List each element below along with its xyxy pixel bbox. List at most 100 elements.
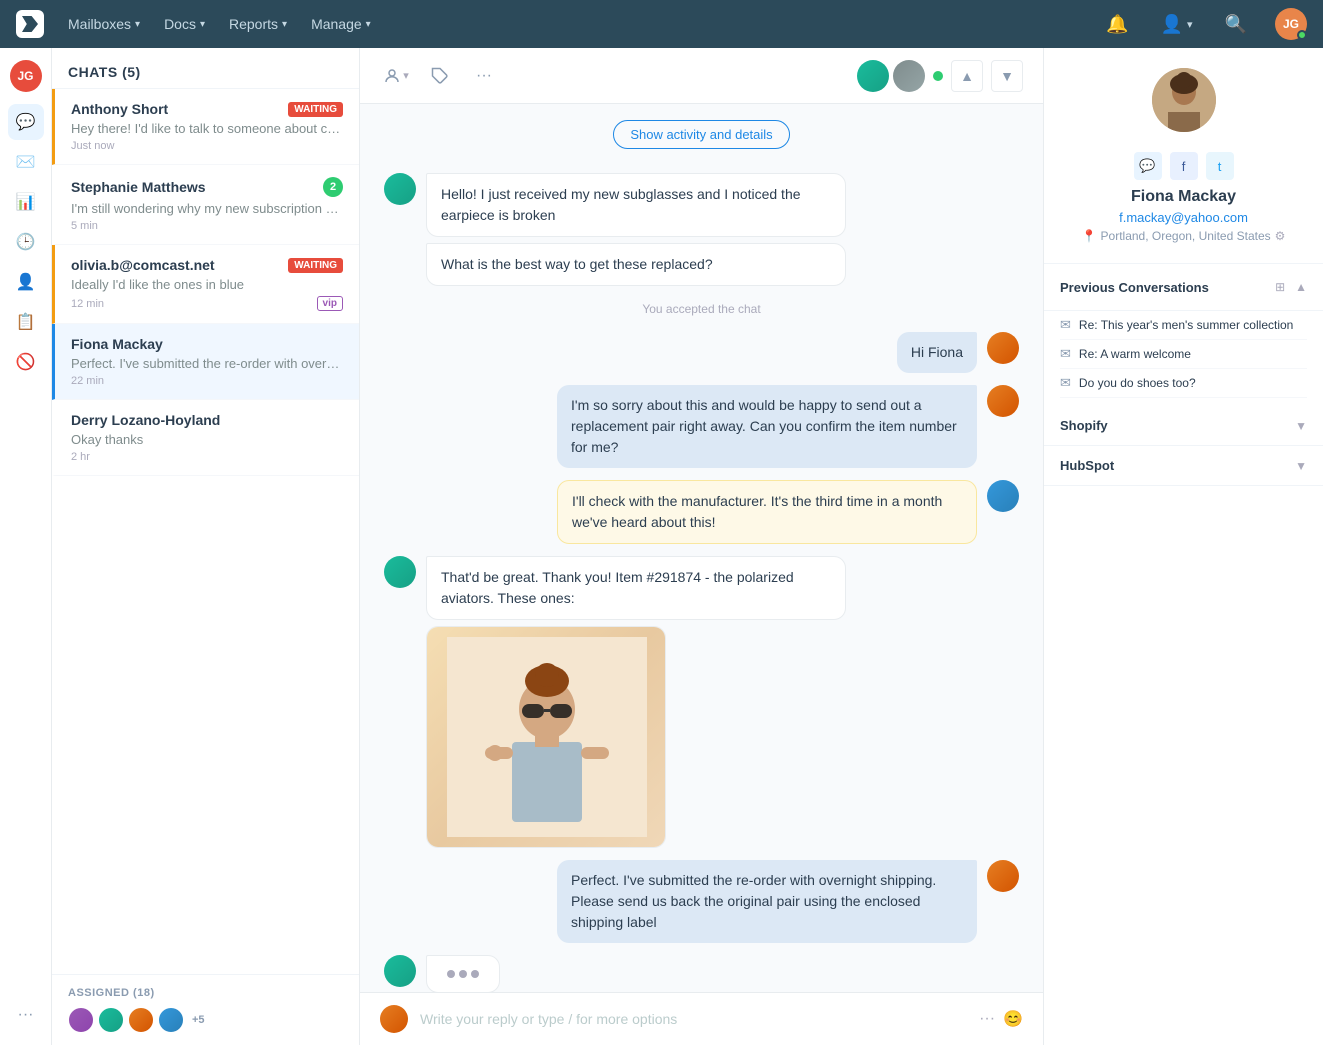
list-item[interactable]: olivia.b@comcast.net WAITING Ideally I'd…: [52, 245, 359, 324]
avatar: [857, 60, 889, 92]
system-message: You accepted the chat: [384, 298, 1019, 320]
sidebar-item-chat[interactable]: 💬: [8, 104, 44, 140]
chat-item-header: olivia.b@comcast.net WAITING: [71, 257, 343, 273]
more-options-button[interactable]: ···: [468, 60, 500, 92]
add-icon[interactable]: ⊞: [1269, 276, 1291, 298]
list-item[interactable]: ✉ Re: This year's men's summer collectio…: [1060, 311, 1307, 340]
email-icon: ✉: [1060, 375, 1071, 391]
message-bubble: Perfect. I've submitted the re-order wit…: [557, 860, 977, 943]
previous-conversations-header[interactable]: Previous Conversations ⊞ ▲: [1044, 264, 1323, 311]
notification-bell-icon[interactable]: 🔔: [1102, 10, 1132, 39]
assigned-section: ASSIGNED (18) +5: [52, 974, 359, 1045]
chevron-down-icon: ▾: [135, 19, 140, 30]
tag-button[interactable]: [424, 60, 456, 92]
workspace-badge[interactable]: JG: [10, 60, 42, 92]
section-title: Previous Conversations: [1060, 280, 1209, 295]
more-options-icon[interactable]: ···: [979, 1010, 995, 1028]
message-row: I'm so sorry about this and would be hap…: [384, 385, 1019, 468]
chat-icon[interactable]: 💬: [1134, 152, 1162, 180]
list-item[interactable]: Derry Lozano-Hoyland Okay thanks 2 hr: [52, 400, 359, 476]
conversation-title: Do you do shoes too?: [1079, 376, 1307, 390]
nav-mailboxes[interactable]: Mailboxes ▾: [68, 16, 140, 32]
avatar: [128, 1007, 154, 1033]
chat-item-preview: Okay thanks: [71, 432, 343, 447]
messages-area: Hello! I just received my new subglasses…: [360, 157, 1043, 992]
right-panel: 💬 f t Fiona Mackay f.mackay@yahoo.com 📍 …: [1043, 48, 1323, 1045]
contact-email[interactable]: f.mackay@yahoo.com: [1060, 210, 1307, 225]
avatar: [987, 480, 1019, 512]
previous-conversations-list: ✉ Re: This year's men's summer collectio…: [1044, 311, 1323, 406]
typing-dots: [443, 966, 483, 982]
message-bubble: That'd be great. Thank you! Item #291874…: [426, 556, 846, 620]
assign-user-button[interactable]: ▾: [380, 60, 412, 92]
email-icon: ✉: [1060, 346, 1071, 362]
list-item[interactable]: Fiona Mackay Perfect. I've submitted the…: [52, 324, 359, 400]
toolbar-left: ▾ ···: [380, 60, 500, 92]
avatar: [987, 385, 1019, 417]
facebook-icon[interactable]: f: [1170, 152, 1198, 180]
avatar: [384, 173, 416, 205]
chat-list-header: CHATS (5): [52, 48, 359, 89]
list-item[interactable]: ✉ Do you do shoes too?: [1060, 369, 1307, 398]
message-bubble: I'm so sorry about this and would be hap…: [557, 385, 977, 468]
section-title: Shopify: [1060, 418, 1108, 433]
nav-docs[interactable]: Docs ▾: [164, 16, 205, 32]
shopify-section-header[interactable]: Shopify ▼: [1044, 406, 1323, 446]
conversation-title: Re: This year's men's summer collection: [1079, 318, 1307, 332]
navigate-up-button[interactable]: ▲: [951, 60, 983, 92]
reply-input[interactable]: [420, 1011, 967, 1027]
sidebar-item-more[interactable]: ···: [8, 997, 44, 1033]
show-activity-button[interactable]: Show activity and details: [613, 120, 789, 149]
avatar: [987, 332, 1019, 364]
chat-item-time: 22 min: [71, 375, 343, 387]
typing-dot: [471, 970, 479, 978]
user-avatar[interactable]: JG: [1275, 8, 1307, 40]
list-item[interactable]: Anthony Short WAITING Hey there! I'd lik…: [52, 89, 359, 165]
hubspot-section-header[interactable]: HubSpot ▼: [1044, 446, 1323, 486]
assigned-more-label: +5: [192, 1014, 205, 1026]
chevron-down-icon: ▾: [200, 19, 205, 30]
chat-item-header: Fiona Mackay: [71, 336, 343, 352]
sidebar-item-tasks[interactable]: 📋: [8, 304, 44, 340]
online-status-dot: [933, 71, 943, 81]
emoji-icon[interactable]: 😊: [1003, 1009, 1023, 1029]
online-status-dot: [1297, 30, 1307, 40]
list-item[interactable]: ✉ Re: A warm welcome: [1060, 340, 1307, 369]
unread-count-badge: 2: [323, 177, 343, 197]
sidebar-item-reports[interactable]: 📊: [8, 184, 44, 220]
sidebar-item-inbox[interactable]: ✉️: [8, 144, 44, 180]
nav-manage[interactable]: Manage ▾: [311, 16, 371, 32]
chat-item-time: 12 min: [71, 298, 104, 310]
section-title: HubSpot: [1060, 458, 1114, 473]
waiting-badge: WAITING: [288, 102, 343, 117]
chat-item-name: Stephanie Matthews: [71, 179, 206, 195]
chat-items-list: Anthony Short WAITING Hey there! I'd lik…: [52, 89, 359, 974]
chevron-up-icon: ▲: [1295, 280, 1307, 294]
message-bubble-note: I'll check with the manufacturer. It's t…: [557, 480, 977, 544]
message-bubble: Hi Fiona: [897, 332, 977, 373]
sidebar-item-history[interactable]: 🕒: [8, 224, 44, 260]
search-icon[interactable]: 🔍: [1221, 10, 1251, 39]
chat-item-name: olivia.b@comcast.net: [71, 257, 215, 273]
top-navigation: Mailboxes ▾ Docs ▾ Reports ▾ Manage ▾ 🔔 …: [0, 0, 1323, 48]
list-item[interactable]: Stephanie Matthews 2 I'm still wondering…: [52, 165, 359, 245]
vip-badge: vip: [317, 296, 343, 311]
nav-reports[interactable]: Reports ▾: [229, 16, 287, 32]
navigate-down-button[interactable]: ▼: [991, 60, 1023, 92]
reply-box: ··· 😊: [360, 992, 1043, 1045]
sidebar-item-contacts[interactable]: 👤: [8, 264, 44, 300]
user-settings-icon[interactable]: 👤▾: [1157, 10, 1197, 39]
sidebar-item-blocked[interactable]: 🚫: [8, 344, 44, 380]
waiting-badge: WAITING: [288, 258, 343, 273]
settings-icon[interactable]: ⚙: [1275, 229, 1286, 243]
avatar: [384, 556, 416, 588]
twitter-icon[interactable]: t: [1206, 152, 1234, 180]
message-bubble: What is the best way to get these replac…: [426, 243, 846, 286]
typing-dot: [459, 970, 467, 978]
chat-item-header: Derry Lozano-Hoyland: [71, 412, 343, 428]
chat-item-header: Anthony Short WAITING: [71, 101, 343, 117]
contact-location: 📍 Portland, Oregon, United States ⚙: [1060, 229, 1307, 243]
contact-header: 💬 f t Fiona Mackay f.mackay@yahoo.com 📍 …: [1044, 48, 1323, 264]
logo[interactable]: [16, 10, 44, 38]
message-bubble: Hello! I just received my new subglasses…: [426, 173, 846, 237]
